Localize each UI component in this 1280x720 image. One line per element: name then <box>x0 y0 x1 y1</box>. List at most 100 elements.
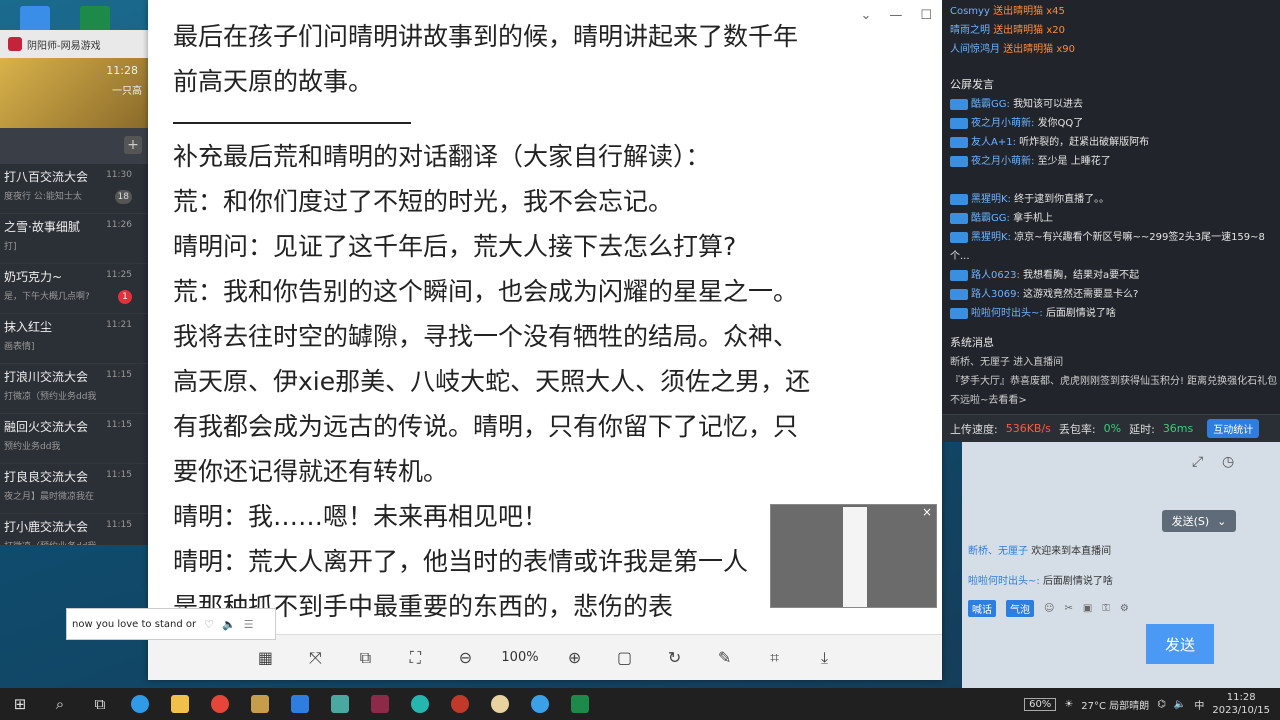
add-chat-button[interactable]: + <box>124 136 142 154</box>
shout-tag[interactable]: 喊话 <box>968 599 996 617</box>
message-user[interactable]: 酷霸GG: <box>971 213 1010 224</box>
floating-preview-window[interactable]: × <box>770 504 937 608</box>
rotate-icon[interactable]: ↻ <box>661 644 689 672</box>
message-text: 我想看胸，结果对a要不起 <box>1023 270 1140 281</box>
message-user[interactable]: 夜之月小萌新: <box>971 118 1034 129</box>
lower-chat-text: 欢迎来到本直播间 <box>1031 546 1112 557</box>
network-icon[interactable]: ⌬ <box>1157 699 1166 710</box>
close-icon[interactable]: × <box>922 505 932 519</box>
app-icon[interactable] <box>440 688 480 720</box>
app-icon[interactable] <box>280 688 320 720</box>
interaction-stats-button[interactable]: 互动统计 <box>1207 419 1260 438</box>
task-view-icon[interactable]: ⧉ <box>80 688 120 720</box>
heart-icon[interactable]: ♡ <box>204 618 214 631</box>
chrome-icon[interactable] <box>200 688 240 720</box>
edge-icon[interactable] <box>120 688 160 720</box>
chat-message: 酷霸GG: 拿手机上 <box>942 209 1280 228</box>
volume-icon[interactable]: 🔈 <box>1174 699 1186 710</box>
ocr-icon[interactable]: ⧉ <box>351 644 379 672</box>
chat-time: 11:15 <box>106 420 132 430</box>
message-user[interactable]: 啦啦何时出头~: <box>971 308 1043 319</box>
clock-date: 2023/10/15 <box>1212 705 1270 716</box>
weather-text[interactable]: 27°C 局部晴朗 <box>1081 697 1149 712</box>
download-icon[interactable]: ⤓ <box>811 644 839 672</box>
chat-list-item[interactable]: 打良良交流大会 夜之月】晨时微凉我在 11:15 <box>0 464 148 514</box>
search-icon[interactable]: ⌕ <box>40 688 80 720</box>
clock[interactable]: 11:28 2023/10/15 <box>1212 691 1270 717</box>
gift-user[interactable]: 人间惊鸿月 <box>950 44 1000 55</box>
chat-message: 夜之月小萌新: 发你QQ了 <box>942 114 1280 133</box>
message-text: 听炸裂的，赶紧出破解版阿布 <box>1019 137 1150 148</box>
zoom-in-icon[interactable]: ⊕ <box>561 644 589 672</box>
message-user[interactable]: 路人3069: <box>971 289 1020 300</box>
fullscreen-icon[interactable]: ⛶ <box>401 644 429 672</box>
send-button[interactable]: 发送 <box>1146 624 1214 664</box>
chat-name: 打小鹿交流大会 <box>4 520 89 534</box>
level-badge <box>950 212 968 224</box>
send-small-button[interactable]: 发送(S) ⌄ <box>1162 510 1236 532</box>
chat-name: 奶巧克力~ <box>4 270 63 284</box>
chat-list-item[interactable]: 打小鹿交流大会打微凉（预约业务dd我 11:15 <box>0 514 148 545</box>
menu-icon[interactable]: ☰ <box>244 618 254 631</box>
settings-icon[interactable]: ⚙ <box>1120 603 1129 614</box>
desktop-icon-excel[interactable] <box>80 6 110 32</box>
chat-list-item[interactable]: 打八百交流大会 度夜行 公:能知士太 11:30 18 <box>0 164 148 214</box>
gift-user[interactable]: 晴雨之明 <box>950 25 990 36</box>
app-icon[interactable] <box>520 688 560 720</box>
desktop-icon-app[interactable] <box>20 6 50 32</box>
clock-icon[interactable]: ◷ <box>1222 454 1234 470</box>
chat-input-panel <box>962 442 1280 688</box>
chevron-down-icon[interactable]: ⌄ <box>1217 515 1226 528</box>
chat-list-item[interactable]: 打浪川交流大会 打微凉（预约业务dd我 11:15 <box>0 364 148 414</box>
gift-line: 人间惊鸿月 送出晴明猫 x90 <box>942 40 1280 59</box>
chat-message: 路人0623: 我想看胸，结果对a要不起 <box>942 266 1280 285</box>
edit-icon[interactable]: ✎ <box>711 644 739 672</box>
chat-name: 之雪·故事细腻 <box>4 220 80 234</box>
scissors-icon[interactable]: ✂ <box>1064 603 1072 614</box>
gift-user[interactable]: Cosmyy <box>950 6 990 17</box>
actual-size-icon[interactable]: ▢ <box>611 644 639 672</box>
message-text: 这游戏竟然还需要显卡么? <box>1023 289 1139 300</box>
chat-time: 11:30 <box>106 170 132 180</box>
fit-icon[interactable]: ⤧ <box>301 644 329 672</box>
message-user[interactable]: 酷霸GG: <box>971 99 1010 110</box>
volume-icon[interactable]: 🔈 <box>222 618 236 631</box>
chat-list-item[interactable]: 融回火交流大会 预约业务dd我 11:15 <box>0 414 148 464</box>
message-user[interactable]: 黑猩明K: <box>971 194 1011 205</box>
public-chat-list: 酷霸GG: 我知该可以进去 夜之月小萌新: 发你QQ了 友人A+1: 听炸裂的，赶紧… <box>942 95 1280 323</box>
message-user[interactable]: 黑猩明K: <box>971 232 1011 243</box>
zoom-out-icon[interactable]: ⊖ <box>451 644 479 672</box>
chat-banner[interactable]: 11:28 一只高 <box>0 58 148 128</box>
chat-name: 打浪川交流大会 <box>4 370 89 384</box>
app-icon[interactable] <box>480 688 520 720</box>
emoji-icon[interactable]: ☺ <box>1044 603 1054 614</box>
taskbar: ⊞ ⌕ ⧉ 60% ☀ 27°C 局部晴朗 ⌬ 🔈 中 11:28 2023/1… <box>0 688 1280 720</box>
app-icon[interactable] <box>320 688 360 720</box>
game-icon[interactable] <box>360 688 400 720</box>
expand-icon[interactable]: ⤢ <box>1192 454 1203 470</box>
chat-preview: 预约业务dd我 <box>4 442 61 452</box>
music-notification[interactable]: now you love to stand or ♡ 🔈 ☰ <box>66 608 276 640</box>
excel-icon[interactable] <box>560 688 600 720</box>
chat-list-item[interactable]: 之雪·故事细腻 打] 11:26 <box>0 214 148 264</box>
level-badge <box>950 193 968 205</box>
message-user[interactable]: 夜之月小萌新: <box>971 156 1034 167</box>
lock-icon[interactable]: ⚿ <box>1102 603 1110 614</box>
gift-line: 晴雨之明 送出晴明猫 x20 <box>942 21 1280 40</box>
bubble-tag[interactable]: 气泡 <box>1006 599 1034 617</box>
ime-indicator[interactable]: 中 <box>1194 697 1204 712</box>
app-icon[interactable] <box>400 688 440 720</box>
message-user[interactable]: 友人A+1: <box>971 137 1016 148</box>
chat-message: 路人3069: 这游戏竟然还需要显卡么? <box>942 285 1280 304</box>
chat-list-item[interactable]: 抹入红尘 画表情] 11:21 <box>0 314 148 364</box>
chat-list: 打八百交流大会 度夜行 公:能知士太 11:30 18 之雪·故事细腻 打] 11:26 奶巧… <box>0 164 148 545</box>
windows-start-icon[interactable]: ⊞ <box>0 688 40 720</box>
battery-indicator[interactable]: 60% <box>1024 697 1057 711</box>
chat-list-item[interactable]: 奶巧克力~ 是，下午大概几点啊? 11:25 1 <box>0 264 148 314</box>
gallery-icon[interactable]: ▦ <box>251 644 279 672</box>
explorer-icon[interactable] <box>160 688 200 720</box>
crop-icon[interactable]: ⌗ <box>761 644 789 672</box>
message-user[interactable]: 路人0623: <box>971 270 1020 281</box>
image-icon[interactable]: ▣ <box>1083 603 1092 614</box>
app-icon[interactable] <box>240 688 280 720</box>
